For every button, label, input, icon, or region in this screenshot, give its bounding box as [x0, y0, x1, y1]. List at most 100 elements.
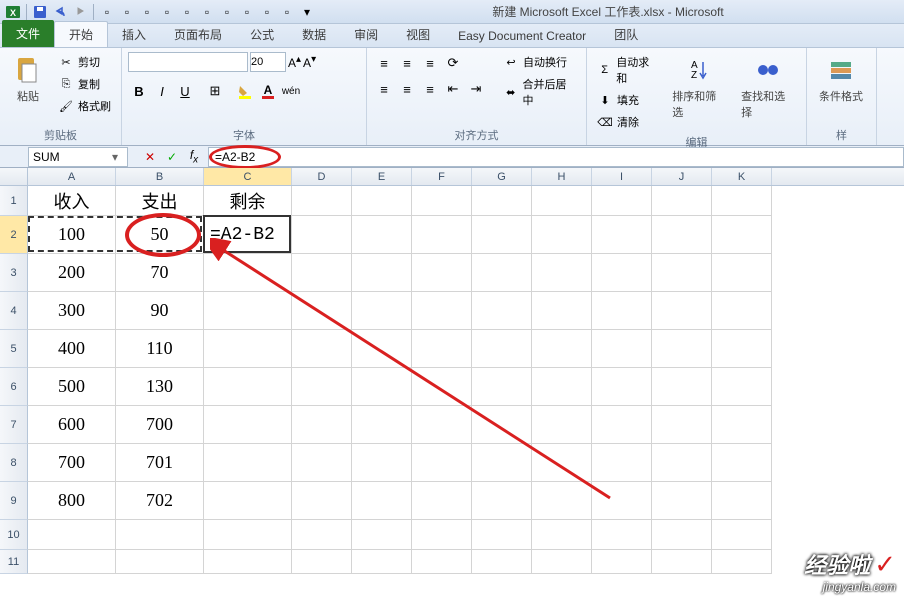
clear-button[interactable]: ⌫清除 [593, 112, 662, 132]
cell[interactable] [472, 186, 532, 216]
cell[interactable] [412, 368, 472, 406]
row-header-11[interactable]: 11 [0, 550, 28, 574]
merge-center-button[interactable]: ⬌合并后居中 [499, 74, 580, 110]
find-select-button[interactable]: 查找和选择 [735, 52, 800, 122]
cell[interactable]: 800 [28, 482, 116, 520]
cell[interactable] [652, 550, 712, 574]
copy-button[interactable]: ⎘复制 [54, 74, 115, 94]
row-header-7[interactable]: 7 [0, 406, 28, 444]
cell[interactable] [204, 406, 292, 444]
row-header-5[interactable]: 5 [0, 330, 28, 368]
align-right-icon[interactable]: ≡ [419, 78, 441, 100]
cell[interactable] [592, 292, 652, 330]
cell[interactable] [412, 292, 472, 330]
cell[interactable] [532, 368, 592, 406]
cell[interactable] [352, 292, 412, 330]
fx-icon[interactable]: fx [184, 148, 204, 166]
cell[interactable]: 110 [116, 330, 204, 368]
cell[interactable] [472, 292, 532, 330]
bold-button[interactable]: B [128, 80, 150, 102]
cell[interactable]: =A2-B2 [204, 216, 292, 254]
cell[interactable] [532, 216, 592, 254]
cell[interactable] [592, 550, 652, 574]
cell[interactable]: 701 [116, 444, 204, 482]
row-header-4[interactable]: 4 [0, 292, 28, 330]
cell[interactable] [532, 520, 592, 550]
cell[interactable] [592, 216, 652, 254]
cell[interactable] [412, 254, 472, 292]
col-header-I[interactable]: I [592, 168, 652, 185]
cell[interactable] [292, 330, 352, 368]
qat-icon[interactable]: ▫ [218, 3, 236, 21]
cell[interactable] [204, 330, 292, 368]
cell[interactable] [352, 550, 412, 574]
cell[interactable] [292, 254, 352, 292]
row-header-8[interactable]: 8 [0, 444, 28, 482]
undo-icon[interactable] [51, 3, 69, 21]
cell[interactable] [712, 482, 772, 520]
qat-icon[interactable]: ▫ [238, 3, 256, 21]
cell[interactable] [412, 330, 472, 368]
cell[interactable] [204, 368, 292, 406]
cell[interactable] [204, 482, 292, 520]
cell[interactable] [712, 330, 772, 368]
cell[interactable] [712, 254, 772, 292]
cell[interactable]: 702 [116, 482, 204, 520]
cell[interactable] [592, 520, 652, 550]
cell[interactable] [712, 216, 772, 254]
cell[interactable] [352, 368, 412, 406]
cell[interactable] [352, 186, 412, 216]
cell[interactable] [292, 520, 352, 550]
cell[interactable] [292, 292, 352, 330]
cell[interactable]: 700 [116, 406, 204, 444]
orientation-icon[interactable]: ⟳ [442, 52, 464, 74]
cell[interactable] [292, 406, 352, 444]
save-icon[interactable] [31, 3, 49, 21]
cell[interactable]: 600 [28, 406, 116, 444]
cell[interactable] [472, 520, 532, 550]
cell[interactable] [532, 292, 592, 330]
cell[interactable] [712, 368, 772, 406]
cell[interactable] [532, 330, 592, 368]
name-box[interactable]: SUM ▾ [28, 147, 128, 167]
row-header-1[interactable]: 1 [0, 186, 28, 216]
cell[interactable] [292, 216, 352, 254]
row-header-3[interactable]: 3 [0, 254, 28, 292]
cell[interactable] [712, 444, 772, 482]
cell[interactable] [472, 368, 532, 406]
cell[interactable] [352, 330, 412, 368]
redo-icon[interactable] [71, 3, 89, 21]
col-header-K[interactable]: K [712, 168, 772, 185]
tab-home[interactable]: 开始 [54, 21, 108, 47]
align-left-icon[interactable]: ≡ [373, 78, 395, 100]
cell[interactable] [532, 254, 592, 292]
tab-formulas[interactable]: 公式 [236, 22, 288, 47]
tab-review[interactable]: 审阅 [340, 22, 392, 47]
cell[interactable] [412, 444, 472, 482]
cell[interactable] [472, 406, 532, 444]
cell[interactable] [352, 216, 412, 254]
cell[interactable] [204, 254, 292, 292]
cond-format-button[interactable]: 条件格式 [813, 52, 869, 106]
cell[interactable] [712, 292, 772, 330]
cell[interactable] [292, 444, 352, 482]
col-header-G[interactable]: G [472, 168, 532, 185]
qat-icon[interactable]: ▫ [118, 3, 136, 21]
cell[interactable] [472, 330, 532, 368]
cell[interactable] [652, 292, 712, 330]
cell[interactable] [412, 520, 472, 550]
phonetic-button[interactable]: wén [280, 80, 302, 102]
tab-pagelayout[interactable]: 页面布局 [160, 22, 236, 47]
decrease-indent-icon[interactable]: ⇤ [442, 78, 464, 100]
cell[interactable] [412, 186, 472, 216]
cell[interactable]: 400 [28, 330, 116, 368]
underline-button[interactable]: U [174, 80, 196, 102]
cell[interactable] [652, 482, 712, 520]
cell[interactable] [292, 368, 352, 406]
cell[interactable] [532, 406, 592, 444]
fill-color-button[interactable] [234, 80, 256, 102]
align-middle-icon[interactable]: ≡ [396, 52, 418, 74]
cell[interactable] [532, 550, 592, 574]
cell[interactable] [592, 186, 652, 216]
col-header-E[interactable]: E [352, 168, 412, 185]
